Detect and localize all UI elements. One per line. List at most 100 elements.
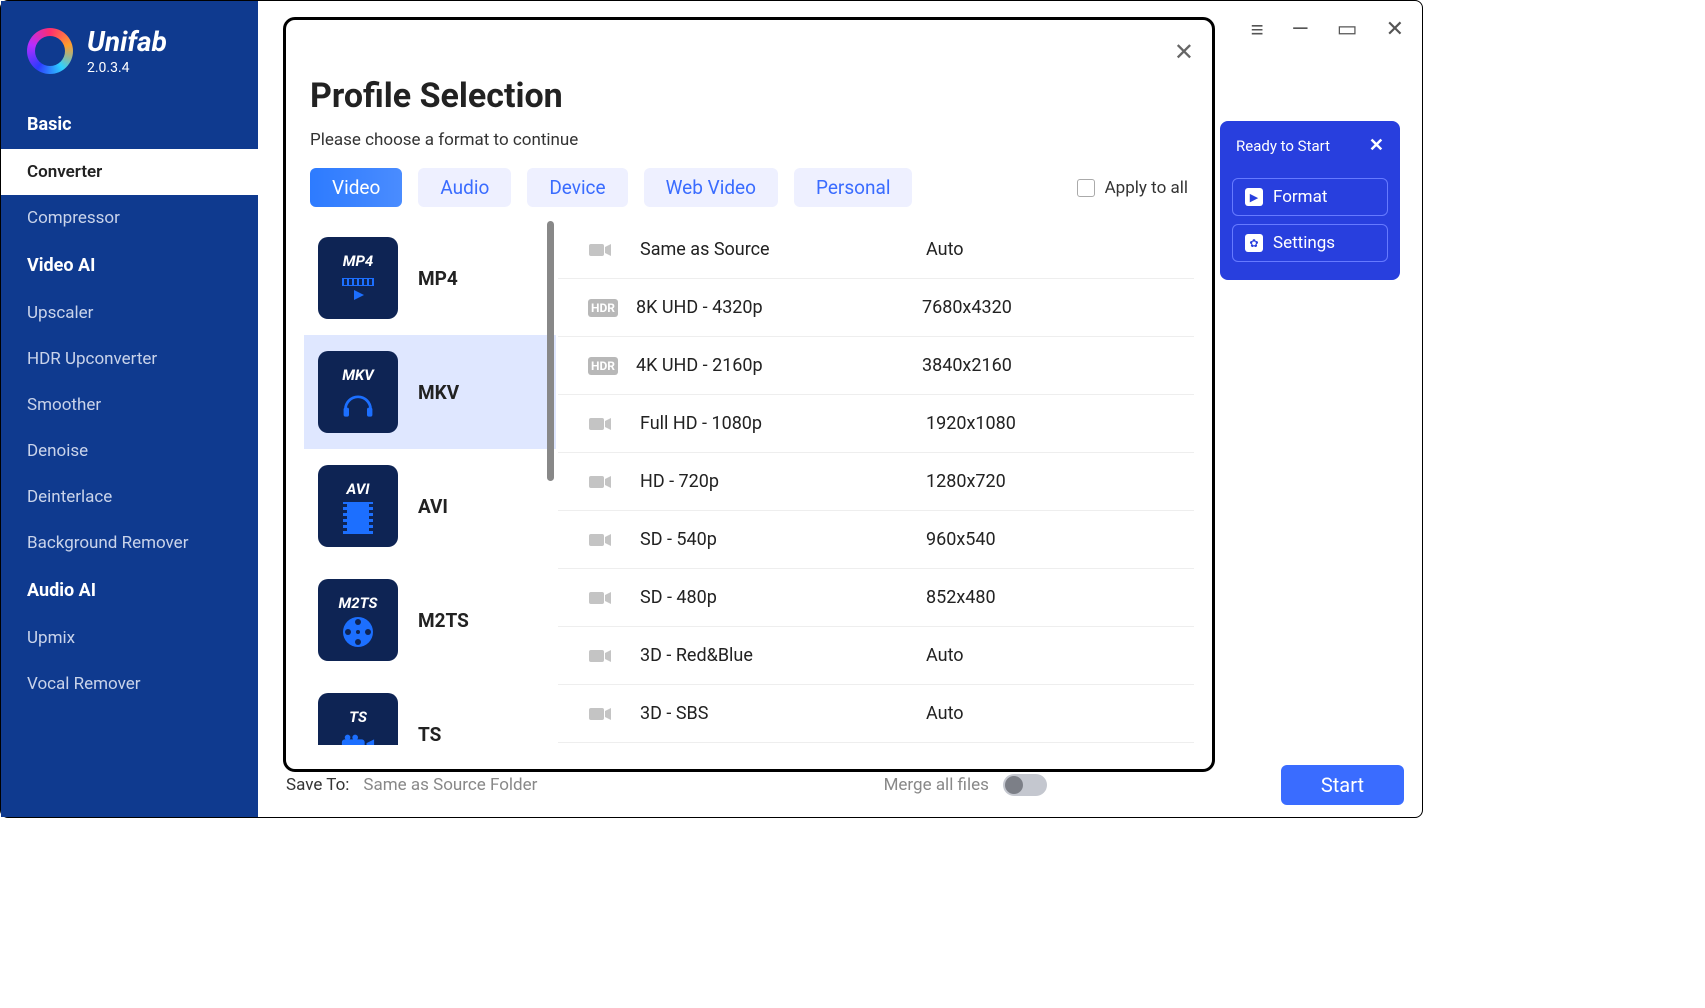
tab-web-video[interactable]: Web Video	[644, 168, 778, 207]
tab-device[interactable]: Device	[527, 168, 627, 207]
resolution-row[interactable]: 3D - Red&BlueAuto	[558, 627, 1194, 685]
video-icon	[588, 242, 622, 258]
resolution-name: SD - 540p	[640, 529, 926, 550]
resolution-row[interactable]: SD - 540p960x540	[558, 511, 1194, 569]
format-item-label: MKV	[418, 381, 459, 404]
format-button-label: Format	[1273, 187, 1327, 207]
format-item-ts[interactable]: TS TS	[304, 677, 556, 745]
video-icon	[588, 532, 622, 548]
sidebar-item-converter[interactable]: Converter	[1, 149, 258, 195]
save-to-value[interactable]: Same as Source Folder	[363, 775, 537, 795]
format-button[interactable]: ▶ Format	[1232, 178, 1388, 216]
resolution-list[interactable]: Same as SourceAutoHDR8K UHD - 4320p7680x…	[558, 221, 1194, 745]
right-panel-close-icon[interactable]: ✕	[1369, 135, 1384, 156]
sidebar-item-deinterlace[interactable]: Deinterlace	[1, 474, 258, 520]
sidebar-item-vocal-remover[interactable]: Vocal Remover	[1, 661, 258, 707]
modal-subtitle: Please choose a format to continue	[310, 130, 1194, 150]
resolution-row[interactable]: HDR 8K UHD - 4320p7680x4320	[558, 279, 1194, 337]
settings-button[interactable]: ✿ Settings	[1232, 224, 1388, 262]
format-tabs: Video Audio Device Web Video Personal Ap…	[310, 168, 1188, 207]
video-icon	[588, 590, 622, 606]
tab-audio[interactable]: Audio	[418, 168, 511, 207]
sidebar: Unifab 2.0.3.4 Basic Converter Compresso…	[1, 1, 258, 817]
video-icon	[588, 706, 622, 722]
format-item-label: TS	[418, 723, 441, 746]
modal-title: Profile Selection	[310, 76, 1194, 116]
resolution-row[interactable]: HDR4K UHD - 2160p3840x2160	[558, 337, 1194, 395]
logo-icon	[27, 28, 73, 74]
resolution-size: Auto	[926, 645, 964, 666]
resolution-row[interactable]: Full HD - 1080p1920x1080	[558, 395, 1194, 453]
window-controls: ≡ — ▭ ✕	[1251, 17, 1404, 43]
format-mkv-icon: MKV	[318, 351, 398, 433]
close-icon[interactable]: ✕	[1386, 17, 1404, 43]
resolution-name: 3D - SBS	[640, 703, 926, 724]
settings-button-label: Settings	[1273, 233, 1335, 253]
resolution-size: 852x480	[926, 587, 996, 608]
format-item-mp4[interactable]: MP4 MP4	[304, 221, 556, 335]
maximize-icon[interactable]: ▭	[1337, 17, 1358, 43]
sidebar-item-smoother[interactable]: Smoother	[1, 382, 258, 428]
resolution-name: 4K UHD - 2160p	[636, 355, 922, 376]
resolution-size: 1920x1080	[926, 413, 1016, 434]
resolution-name: HD - 720p	[640, 471, 926, 492]
resolution-name: Full HD - 1080p	[640, 413, 926, 434]
modal-close-icon[interactable]: ✕	[1174, 38, 1194, 66]
format-mp4-icon: MP4	[318, 237, 398, 319]
sidebar-item-hdr-upconverter[interactable]: HDR Upconverter	[1, 336, 258, 382]
format-item-avi[interactable]: AVI AVI	[304, 449, 556, 563]
resolution-size: Auto	[926, 703, 964, 724]
sidebar-item-background-remover[interactable]: Background Remover	[1, 520, 258, 566]
video-icon	[588, 474, 622, 490]
tab-video[interactable]: Video	[310, 168, 402, 207]
resolution-size: 960x540	[926, 529, 996, 550]
sidebar-group-audio-ai: Audio AI	[1, 566, 258, 615]
right-panel-status: Ready to Start	[1236, 137, 1330, 155]
resolution-size: 7680x4320	[922, 297, 1012, 318]
resolution-row[interactable]: HD - 720p1280x720	[558, 453, 1194, 511]
menu-icon[interactable]: ≡	[1251, 17, 1264, 43]
resolution-name: SD - 480p	[640, 587, 926, 608]
format-item-label: MP4	[418, 267, 458, 290]
apply-to-all-label: Apply to all	[1105, 178, 1188, 198]
app-version: 2.0.3.4	[87, 60, 167, 76]
format-item-mkv[interactable]: MKV MKV	[304, 335, 556, 449]
resolution-row[interactable]: 3D - SBSAuto	[558, 685, 1194, 743]
resolution-row[interactable]: SD - 480p852x480	[558, 569, 1194, 627]
resolution-name: 8K UHD - 4320p	[636, 297, 922, 318]
hdr-badge-icon: HDR	[588, 357, 618, 375]
sidebar-item-denoise[interactable]: Denoise	[1, 428, 258, 474]
resolution-size: 1280x720	[926, 471, 1006, 492]
gear-icon: ✿	[1245, 234, 1263, 252]
resolution-size: Auto	[926, 239, 964, 260]
minimize-icon[interactable]: —	[1292, 17, 1309, 43]
sidebar-group-video-ai: Video AI	[1, 241, 258, 290]
profile-selection-modal: ✕ Profile Selection Please choose a form…	[283, 17, 1215, 772]
format-ts-icon: TS	[318, 693, 398, 745]
format-avi-icon: AVI	[318, 465, 398, 547]
resolution-row[interactable]: Same as SourceAuto	[558, 221, 1194, 279]
checkbox-icon	[1077, 179, 1095, 197]
apply-to-all-checkbox[interactable]: Apply to all	[1077, 178, 1188, 198]
format-item-label: M2TS	[418, 609, 469, 632]
start-button[interactable]: Start	[1281, 765, 1404, 805]
format-item-label: AVI	[418, 495, 448, 518]
merge-label: Merge all files	[884, 775, 989, 795]
hdr-badge-icon: HDR	[588, 299, 618, 317]
sidebar-item-compressor[interactable]: Compressor	[1, 195, 258, 241]
video-icon	[588, 416, 622, 432]
right-panel: Ready to Start ✕ ▶ Format ✿ Settings	[1220, 121, 1400, 280]
save-to-label: Save To:	[286, 775, 349, 795]
format-m2ts-icon: M2TS	[318, 579, 398, 661]
resolution-name: Same as Source	[640, 239, 926, 260]
format-list[interactable]: MP4 MP4 MKV MKV AVI AVI M2TS M2TS TS TS	[304, 221, 558, 745]
logo-area: Unifab 2.0.3.4	[1, 25, 258, 100]
sidebar-item-upscaler[interactable]: Upscaler	[1, 290, 258, 336]
sidebar-item-upmix[interactable]: Upmix	[1, 615, 258, 661]
tab-personal[interactable]: Personal	[794, 168, 912, 207]
play-icon: ▶	[1245, 188, 1263, 206]
merge-toggle[interactable]	[1003, 774, 1047, 796]
format-item-m2ts[interactable]: M2TS M2TS	[304, 563, 556, 677]
app-name: Unifab	[87, 25, 167, 58]
video-icon	[588, 648, 622, 664]
